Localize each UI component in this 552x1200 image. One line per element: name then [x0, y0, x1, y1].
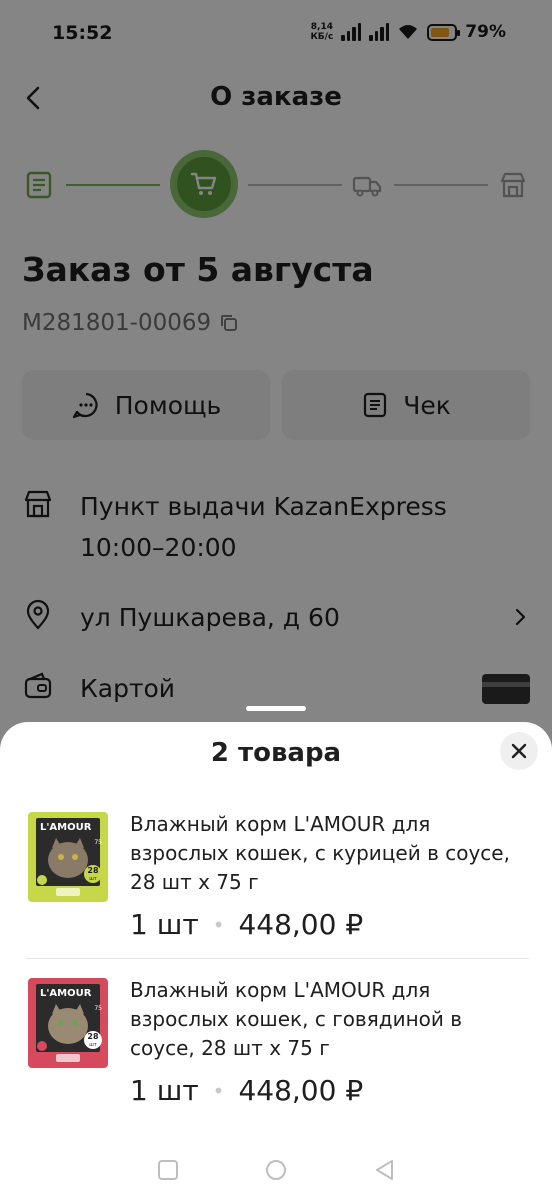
back-nav-icon[interactable] — [372, 1158, 396, 1182]
product-image[interactable]: L'AMOUR 28 шт 75 — [26, 976, 110, 1070]
package-brand: L'AMOUR — [40, 822, 92, 833]
product-price: 448,00 ₽ — [238, 1074, 364, 1107]
sheet-title: 2 товара — [210, 738, 342, 768]
product-meta: 1 шт • 448,00 ₽ — [130, 1074, 363, 1107]
package-badge-unit: шт — [89, 876, 97, 882]
product-name[interactable]: Влажный корм L'AMOUR для взрослых кошек,… — [130, 810, 530, 897]
package-badge: 28 — [87, 866, 99, 875]
package-weight: 75 — [94, 839, 102, 846]
package-weight: 75 — [94, 1005, 102, 1012]
divider — [26, 958, 530, 959]
package-badge-unit: шт — [89, 1042, 97, 1048]
recent-apps-icon[interactable] — [156, 1158, 180, 1182]
product-quantity: 1 шт — [130, 908, 199, 941]
package-badge: 28 — [87, 1032, 99, 1041]
separator-dot: • — [212, 912, 225, 937]
close-icon — [511, 743, 527, 759]
home-icon[interactable] — [264, 1158, 288, 1182]
product-quantity: 1 шт — [130, 1074, 199, 1107]
product-item[interactable]: L'AMOUR 28 шт 75 Влажный корм L'AMOUR дл… — [26, 810, 530, 970]
package-brand: L'AMOUR — [40, 988, 92, 999]
close-button[interactable] — [500, 732, 538, 770]
system-navigation-bar — [0, 1140, 552, 1200]
items-bottom-sheet: 2 товара L'AMOUR 28 шт 75 Влажный корм L… — [0, 722, 552, 1200]
product-price: 448,00 ₽ — [238, 908, 364, 941]
product-name[interactable]: Влажный корм L'AMOUR для взрослых кошек,… — [130, 976, 530, 1063]
product-item[interactable]: L'AMOUR 28 шт 75 Влажный корм L'AMOUR дл… — [26, 976, 530, 1136]
separator-dot: • — [212, 1078, 225, 1103]
product-meta: 1 шт • 448,00 ₽ — [130, 908, 363, 941]
sheet-drag-handle[interactable] — [246, 706, 306, 711]
product-image[interactable]: L'AMOUR 28 шт 75 — [26, 810, 110, 904]
